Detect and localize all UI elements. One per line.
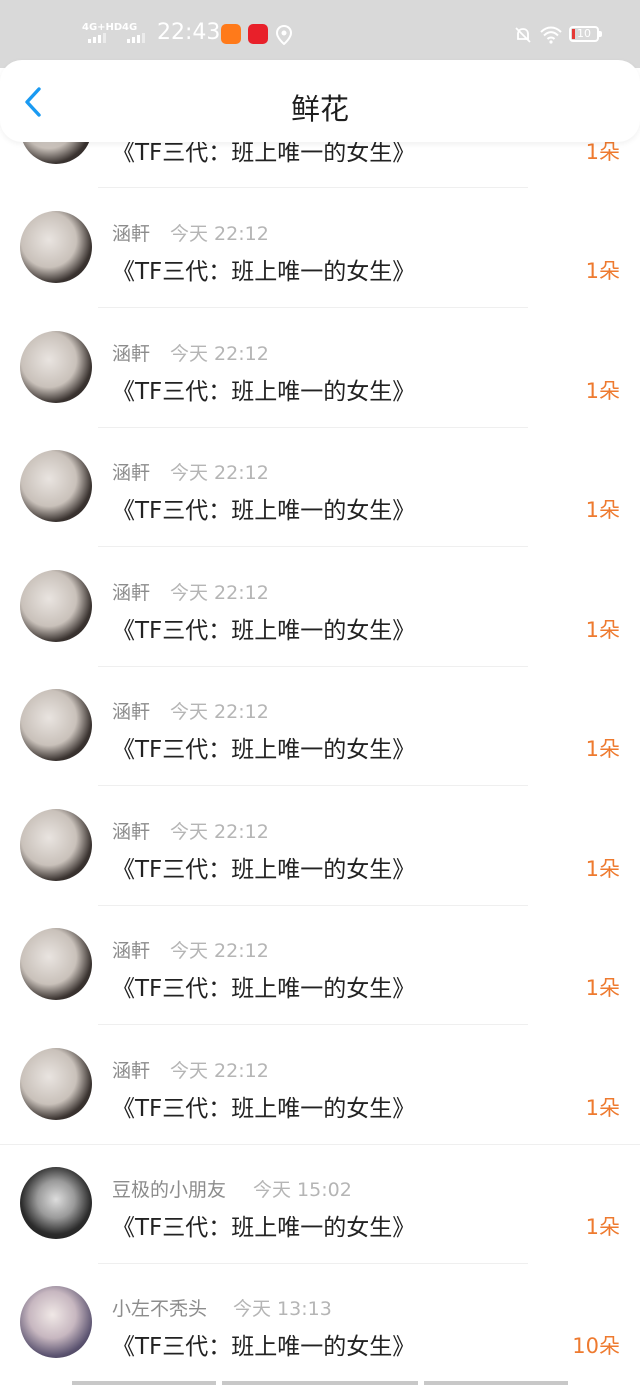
gift-time: 今天 22:12	[170, 701, 269, 723]
list-item[interactable]: 涵軒 今天 22:12 《TF三代：班上唯一的女生》 1朵	[0, 912, 640, 1031]
user-name[interactable]: 涵軒	[112, 339, 150, 366]
app-notification-icon	[221, 24, 241, 44]
flower-count: 1朵	[585, 737, 620, 761]
mute-icon	[515, 27, 531, 43]
status-bar: 4G+HD 4G 22:43 10	[0, 0, 640, 68]
status-time: 22:43	[157, 20, 221, 45]
battery-cap	[599, 31, 602, 37]
gift-time: 今天 15:02	[253, 1179, 352, 1201]
book-title: 《TF三代：班上唯一的女生》	[112, 976, 416, 1002]
list-item[interactable]: 涵軒 今天 22:12 《TF三代：班上唯一的女生》 1朵	[0, 195, 640, 314]
flower-count: 1朵	[585, 1096, 620, 1120]
user-name[interactable]: 涵軒	[112, 697, 150, 724]
list-item[interactable]: 涵軒 今天 22:12 《TF三代：班上唯一的女生》 1朵	[0, 554, 640, 673]
list-item[interactable]: 豆极的小朋友 今天 15:02 《TF三代：班上唯一的女生》 1朵	[0, 1151, 640, 1270]
gift-time: 今天 22:12	[170, 940, 269, 962]
home-indicator-left	[72, 1381, 216, 1385]
navigation-header: 鲜花	[0, 60, 640, 142]
divider	[98, 307, 528, 308]
network-label-1: 4G+HD	[82, 22, 123, 33]
battery-percent: 10	[577, 27, 591, 40]
book-title: 《TF三代：班上唯一的女生》	[112, 379, 416, 405]
user-name[interactable]: 涵軒	[112, 458, 150, 485]
divider	[98, 1024, 528, 1025]
divider	[98, 187, 528, 188]
book-title: 《TF三代：班上唯一的女生》	[112, 857, 416, 883]
gift-time: 今天 22:12	[170, 821, 269, 843]
divider	[98, 666, 528, 667]
divider	[98, 1263, 528, 1264]
divider	[98, 905, 528, 906]
flower-count: 1朵	[585, 1215, 620, 1239]
user-name[interactable]: 涵軒	[112, 817, 150, 844]
gift-time: 今天 22:12	[170, 343, 269, 365]
book-title: 《TF三代：班上唯一的女生》	[112, 498, 416, 524]
book-title: 《TF三代：班上唯一的女生》	[112, 1334, 416, 1360]
flower-count: 1朵	[585, 857, 620, 881]
book-title: 《TF三代：班上唯一的女生》	[112, 1096, 416, 1122]
avatar[interactable]	[20, 331, 92, 403]
page-title: 鲜花	[290, 92, 349, 126]
avatar[interactable]	[20, 211, 92, 283]
book-title: 《TF三代：班上唯一的女生》	[112, 259, 416, 285]
gift-time: 今天 13:13	[233, 1298, 332, 1320]
avatar[interactable]	[20, 570, 92, 642]
user-name[interactable]: 涵軒	[112, 936, 150, 963]
user-name[interactable]: 涵軒	[112, 219, 150, 246]
avatar[interactable]	[20, 450, 92, 522]
book-title: 《TF三代：班上唯一的女生》	[112, 737, 416, 763]
avatar[interactable]	[20, 928, 92, 1000]
list-item[interactable]: 涵軒 今天 22:12 《TF三代：班上唯一的女生》 1朵	[0, 1032, 640, 1151]
divider	[98, 785, 528, 786]
battery-icon: 10	[569, 26, 599, 42]
gift-time: 今天 22:12	[170, 223, 269, 245]
gift-time: 今天 22:12	[170, 582, 269, 604]
flower-count: 1朵	[585, 259, 620, 283]
list-item[interactable]: 涵軒 今天 22:12 《TF三代：班上唯一的女生》 1朵	[0, 673, 640, 792]
wifi-icon	[540, 26, 562, 44]
avatar[interactable]	[20, 1167, 92, 1239]
avatar[interactable]	[20, 1286, 92, 1358]
flower-count: 1朵	[585, 498, 620, 522]
divider	[98, 427, 528, 428]
gift-time: 今天 22:12	[170, 1060, 269, 1082]
network-label-2: 4G	[122, 22, 138, 33]
flower-count: 1朵	[585, 976, 620, 1000]
book-title: 《TF三代：班上唯一的女生》	[112, 618, 416, 644]
divider	[0, 1144, 640, 1145]
list-item[interactable]: 涵軒 今天 22:12 《TF三代：班上唯一的女生》 1朵	[0, 793, 640, 912]
avatar[interactable]	[20, 689, 92, 761]
flower-count: 1朵	[585, 618, 620, 642]
location-icon	[276, 25, 292, 45]
divider	[98, 546, 528, 547]
user-name[interactable]: 涵軒	[112, 578, 150, 605]
avatar[interactable]	[20, 1048, 92, 1120]
app-notification-icon	[248, 24, 268, 44]
book-title: 《TF三代：班上唯一的女生》	[112, 1215, 416, 1241]
flower-count: 1朵	[585, 379, 620, 403]
signal-icon	[127, 33, 145, 43]
list-item[interactable]: 涵軒 今天 22:12 《TF三代：班上唯一的女生》 1朵	[0, 315, 640, 434]
home-indicator-center	[222, 1381, 418, 1385]
home-indicator-right	[424, 1381, 568, 1385]
flower-count: 10朵	[572, 1334, 620, 1358]
user-name[interactable]: 涵軒	[112, 1056, 150, 1083]
signal-icon	[88, 33, 106, 43]
gift-time: 今天 22:12	[170, 462, 269, 484]
list-item[interactable]: 涵軒 今天 22:12 《TF三代：班上唯一的女生》 1朵	[0, 434, 640, 553]
list-item[interactable]: 小左不秃头 今天 13:13 《TF三代：班上唯一的女生》 10朵	[0, 1270, 640, 1389]
user-name[interactable]: 豆极的小朋友	[112, 1175, 226, 1202]
avatar[interactable]	[20, 809, 92, 881]
battery-level	[572, 29, 575, 39]
user-name[interactable]: 小左不秃头	[112, 1294, 207, 1321]
